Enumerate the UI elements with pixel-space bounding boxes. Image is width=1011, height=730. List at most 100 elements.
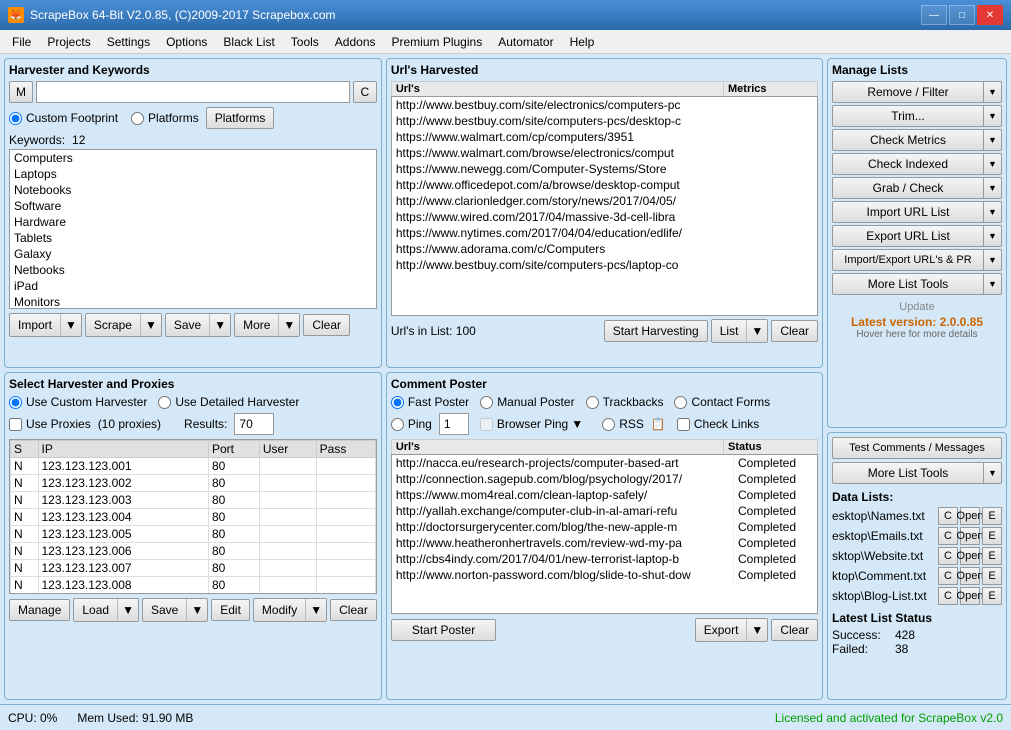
menu-tools[interactable]: Tools xyxy=(283,33,327,51)
import-url-dropdown[interactable]: ▼ xyxy=(984,201,1002,223)
list-item[interactable]: http://doctorsurgerycenter.com/blog/the-… xyxy=(392,519,817,535)
list-item[interactable]: https://www.wired.com/2017/04/massive-3d… xyxy=(392,209,817,225)
list-open-button[interactable]: Open xyxy=(960,587,980,605)
list-item[interactable]: http://yallah.exchange/computer-club-in-… xyxy=(392,503,817,519)
list-e-button[interactable]: E xyxy=(982,587,1002,605)
list-c-button[interactable]: C xyxy=(938,567,958,585)
save-button[interactable]: Save xyxy=(166,314,209,336)
list-item[interactable]: Computers xyxy=(10,150,376,166)
start-harvesting-button[interactable]: Start Harvesting xyxy=(604,320,708,342)
list-item[interactable]: http://www.bestbuy.com/site/electronics/… xyxy=(392,97,817,113)
remove-filter-button[interactable]: Remove / Filter xyxy=(832,81,984,103)
list-item[interactable]: iPad xyxy=(10,278,376,294)
more-list-tools-button[interactable]: More List Tools xyxy=(832,273,984,295)
custom-footprint-radio[interactable]: Custom Footprint xyxy=(9,111,118,125)
manual-poster-radio[interactable]: Manual Poster xyxy=(480,395,574,409)
proxy-modify-button[interactable]: Modify xyxy=(254,599,305,621)
proxy-load-dropdown[interactable]: ▼ xyxy=(117,599,138,621)
proxy-modify-dropdown[interactable]: ▼ xyxy=(305,599,326,621)
platforms-button[interactable]: Platforms xyxy=(206,107,275,129)
list-item[interactable]: http://connection.sagepub.com/blog/psych… xyxy=(392,471,817,487)
import-dropdown[interactable]: ▼ xyxy=(60,314,81,336)
menu-premium-plugins[interactable]: Premium Plugins xyxy=(384,33,491,51)
list-button[interactable]: List xyxy=(712,320,747,342)
list-item[interactable]: https://www.walmart.com/cp/computers/395… xyxy=(392,129,817,145)
clear-c-button[interactable]: C xyxy=(353,81,377,103)
mode-input[interactable] xyxy=(36,81,350,103)
list-item[interactable]: Monitors xyxy=(10,294,376,309)
ping-radio[interactable]: Ping xyxy=(391,417,432,431)
list-dropdown[interactable]: ▼ xyxy=(746,320,767,342)
urls-listbox[interactable]: http://www.bestbuy.com/site/electronics/… xyxy=(391,96,818,316)
clear-button[interactable]: Clear xyxy=(303,314,350,336)
more-button[interactable]: More xyxy=(235,314,278,336)
list-c-button[interactable]: C xyxy=(938,587,958,605)
ping-value[interactable] xyxy=(439,413,469,435)
menu-blacklist[interactable]: Black List xyxy=(215,33,282,51)
version-label[interactable]: Latest version: 2.0.0.85 xyxy=(832,315,1002,329)
results-input[interactable] xyxy=(234,413,274,435)
comment-clear-button[interactable]: Clear xyxy=(771,619,818,641)
list-item[interactable]: http://cbs4indy.com/2017/04/01/new-terro… xyxy=(392,551,817,567)
export-url-button[interactable]: Export URL List xyxy=(832,225,984,247)
list-item[interactable]: Hardware xyxy=(10,214,376,230)
list-e-button[interactable]: E xyxy=(982,527,1002,545)
scrape-button[interactable]: Scrape xyxy=(86,314,140,336)
list-item[interactable]: http://www.heatheronhertravels.com/revie… xyxy=(392,535,817,551)
save-dropdown[interactable]: ▼ xyxy=(209,314,230,336)
export-url-dropdown[interactable]: ▼ xyxy=(984,225,1002,247)
more-list-tools-comment-dropdown[interactable]: ▼ xyxy=(984,462,1002,484)
use-proxies-checkbox[interactable]: Use Proxies xyxy=(9,417,91,431)
list-item[interactable]: Galaxy xyxy=(10,246,376,262)
list-item[interactable]: Tablets xyxy=(10,230,376,246)
proxy-clear-button[interactable]: Clear xyxy=(330,599,377,621)
list-item[interactable]: http://www.bestbuy.com/site/computers-pc… xyxy=(392,113,817,129)
export-button[interactable]: Export xyxy=(696,619,747,641)
keywords-listbox[interactable]: Computers Laptops Notebooks Software Har… xyxy=(9,149,377,309)
list-e-button[interactable]: E xyxy=(982,567,1002,585)
menu-help[interactable]: Help xyxy=(562,33,603,51)
close-button[interactable]: ✕ xyxy=(977,5,1003,25)
import-button[interactable]: Import xyxy=(10,314,60,336)
proxy-load-button[interactable]: Load xyxy=(74,599,117,621)
list-item[interactable]: https://www.adorama.com/c/Computers xyxy=(392,241,817,257)
import-url-button[interactable]: Import URL List xyxy=(832,201,984,223)
export-dropdown[interactable]: ▼ xyxy=(746,619,767,641)
menu-automator[interactable]: Automator xyxy=(490,33,561,51)
list-open-button[interactable]: Open xyxy=(960,567,980,585)
urls-clear-button[interactable]: Clear xyxy=(771,320,818,342)
list-item[interactable]: https://www.walmart.com/browse/electroni… xyxy=(392,145,817,161)
test-comments-button[interactable]: Test Comments / Messages xyxy=(832,437,1002,459)
list-item[interactable]: Netbooks xyxy=(10,262,376,278)
proxy-manage-button[interactable]: Manage xyxy=(9,599,70,621)
list-e-button[interactable]: E xyxy=(982,507,1002,525)
menu-options[interactable]: Options xyxy=(158,33,215,51)
list-item[interactable]: http://www.clarionledger.com/story/news/… xyxy=(392,193,817,209)
grab-check-dropdown[interactable]: ▼ xyxy=(984,177,1002,199)
list-c-button[interactable]: C xyxy=(938,507,958,525)
list-item[interactable]: https://www.nytimes.com/2017/04/04/educa… xyxy=(392,225,817,241)
scrape-dropdown[interactable]: ▼ xyxy=(140,314,161,336)
proxy-table-container[interactable]: S IP Port User Pass N123.123.123.00180 N… xyxy=(9,439,377,594)
check-indexed-button[interactable]: Check Indexed xyxy=(832,153,984,175)
import-export-pr-button[interactable]: Import/Export URL's & PR xyxy=(832,249,984,271)
proxy-edit-button[interactable]: Edit xyxy=(211,599,250,621)
more-list-tools-comment-button[interactable]: More List Tools xyxy=(832,462,984,484)
rss-radio[interactable]: RSS xyxy=(602,417,644,431)
list-open-button[interactable]: Open xyxy=(960,547,980,565)
menu-projects[interactable]: Projects xyxy=(39,33,98,51)
list-item[interactable]: http://www.norton-password.com/blog/slid… xyxy=(392,567,817,583)
list-item[interactable]: Software xyxy=(10,198,376,214)
browser-ping-checkbox[interactable]: Browser Ping xyxy=(480,417,568,431)
proxy-save-dropdown[interactable]: ▼ xyxy=(186,599,207,621)
more-dropdown[interactable]: ▼ xyxy=(278,314,299,336)
grab-check-button[interactable]: Grab / Check xyxy=(832,177,984,199)
list-item[interactable]: http://nacca.eu/research-projects/comput… xyxy=(392,455,817,471)
trim-button[interactable]: Trim... xyxy=(832,105,984,127)
menu-addons[interactable]: Addons xyxy=(327,33,384,51)
start-poster-button[interactable]: Start Poster xyxy=(391,619,496,641)
detailed-harvester-radio[interactable]: Use Detailed Harvester xyxy=(158,395,299,409)
list-item[interactable]: https://www.newegg.com/Computer-Systems/… xyxy=(392,161,817,177)
list-item[interactable]: Laptops xyxy=(10,166,376,182)
platforms-radio[interactable]: Platforms xyxy=(131,111,199,125)
